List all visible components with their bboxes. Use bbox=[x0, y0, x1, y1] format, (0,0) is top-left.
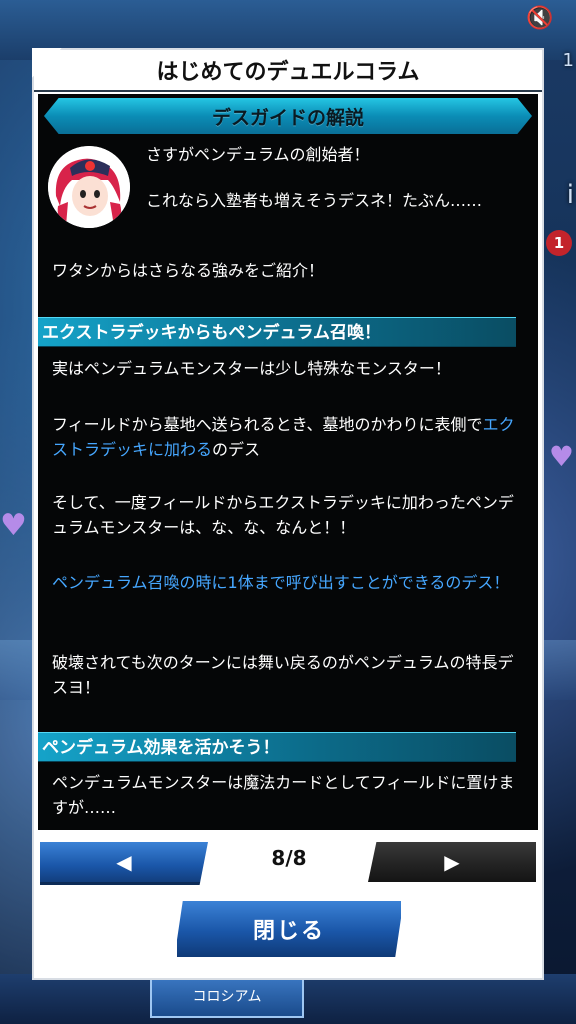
paragraph-pendulum-effect: ペンデュラムモンスターは魔法カードとしてフィールドに置けますが…… bbox=[52, 773, 515, 817]
previous-page-button[interactable]: ◀ bbox=[40, 842, 208, 885]
mute-icon[interactable]: 🔇 bbox=[526, 6, 564, 32]
paragraph-to-extra-deck: フィールドから墓地へ送られるとき、墓地のかわりに表側でエクストラデッキに加わるの… bbox=[52, 415, 515, 459]
intro-text-2: これなら入塾者も増えそうデスネ！たぶん…… bbox=[146, 191, 483, 210]
intro-text-1: さすがペンデュラムの創始者！ bbox=[146, 145, 370, 164]
dialog-content-panel[interactable]: デスガイドの解説 さすがペンデュラムの創始者！ これなら入塾者も増えそうデスネ！… bbox=[38, 94, 538, 830]
chevron-right-icon: ▶ bbox=[444, 850, 460, 874]
subheading-extra-deck: エクストラデッキからもペンデュラム召喚！ bbox=[38, 317, 516, 347]
character-avatar bbox=[48, 146, 130, 228]
notification-badge: 1 bbox=[546, 230, 572, 256]
highlight-paragraph: ペンデュラム召喚の時に1体まで呼び出すことができるのデス！ bbox=[52, 573, 510, 592]
close-button[interactable]: 閉じる bbox=[174, 898, 404, 960]
paragraph-once-added: そして、一度フィールドからエクストラデッキに加わったペンデュラムモンスターは、な… bbox=[52, 493, 514, 537]
section-header: デスガイドの解説 bbox=[44, 98, 532, 134]
subheading-pendulum-effect: ペンデュラム効果を活かそう！ bbox=[38, 732, 516, 762]
column-dialog: はじめてのデュエルコラム デスガイドの解説 さすがペンデュラムの創始者！ これな… bbox=[32, 48, 544, 980]
heart-icon: ♥ bbox=[0, 508, 27, 543]
next-page-button[interactable]: ▶ bbox=[368, 842, 536, 882]
paragraph-return: 破壊されても次のターンには舞い戻るのがペンデュラムの特長デスヨ！ bbox=[52, 653, 514, 697]
heart-icon: ♥ bbox=[548, 440, 574, 473]
intro-text-3: ワタシからはさらなる強みをご紹介！ bbox=[52, 261, 325, 280]
page-indicator: 8/8 bbox=[271, 846, 307, 870]
background-info-icon: i bbox=[566, 180, 574, 210]
background-peek-number: 1 bbox=[562, 50, 574, 71]
chevron-left-icon: ◀ bbox=[116, 850, 132, 874]
bottom-tab-colosseum[interactable]: コロシアム bbox=[150, 974, 304, 1018]
paragraph-special-monster: 実はペンデュラムモンスターは少し特殊なモンスター！ bbox=[52, 359, 451, 378]
section-header-label: デスガイドの解説 bbox=[211, 106, 364, 129]
dialog-title: はじめてのデュエルコラム bbox=[32, 48, 542, 92]
